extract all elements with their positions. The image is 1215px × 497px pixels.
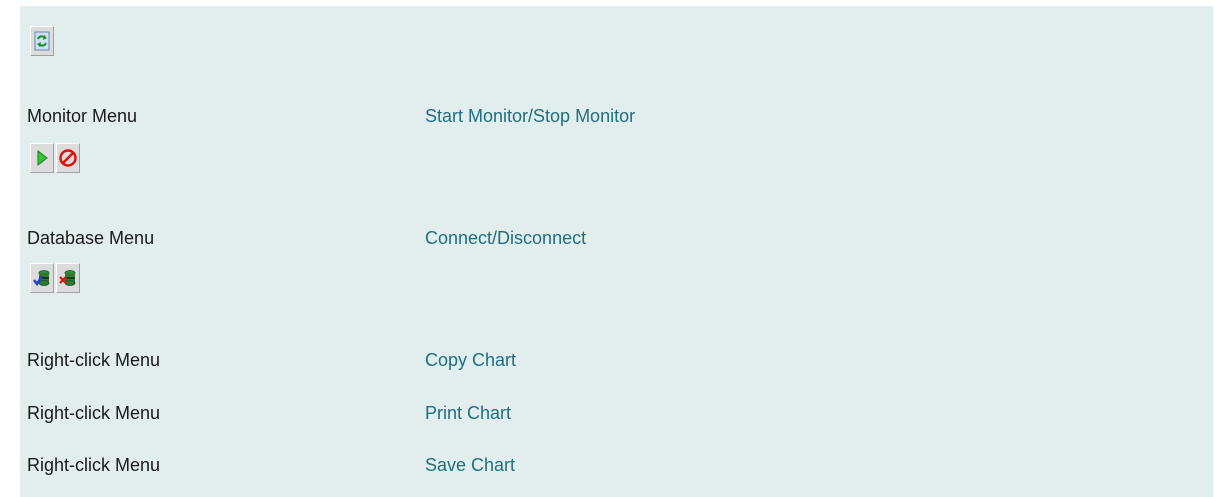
monitor-menu-label: Monitor Menu xyxy=(27,106,138,126)
right-click-menu-label: Right-click Menu xyxy=(27,455,161,475)
right-click-menu-label: Right-click Menu xyxy=(27,350,161,370)
database-menu-label: Database Menu xyxy=(27,228,155,248)
stop-monitor-icon[interactable] xyxy=(56,143,80,173)
refresh-icon[interactable] xyxy=(30,26,54,56)
content-panel: Monitor Menu Start Monitor/Stop Monitor … xyxy=(20,6,1213,497)
database-connect-icon[interactable] xyxy=(30,263,54,293)
connect-disconnect-link[interactable]: Connect/Disconnect xyxy=(425,228,586,249)
print-chart-link[interactable]: Print Chart xyxy=(425,403,511,424)
database-disconnect-icon[interactable] xyxy=(56,263,80,293)
start-stop-monitor-link[interactable]: Start Monitor/Stop Monitor xyxy=(425,106,635,127)
copy-chart-link[interactable]: Copy Chart xyxy=(425,350,516,371)
right-click-menu-label: Right-click Menu xyxy=(27,403,161,423)
start-monitor-icon[interactable] xyxy=(30,143,54,173)
save-chart-link[interactable]: Save Chart xyxy=(425,455,515,476)
